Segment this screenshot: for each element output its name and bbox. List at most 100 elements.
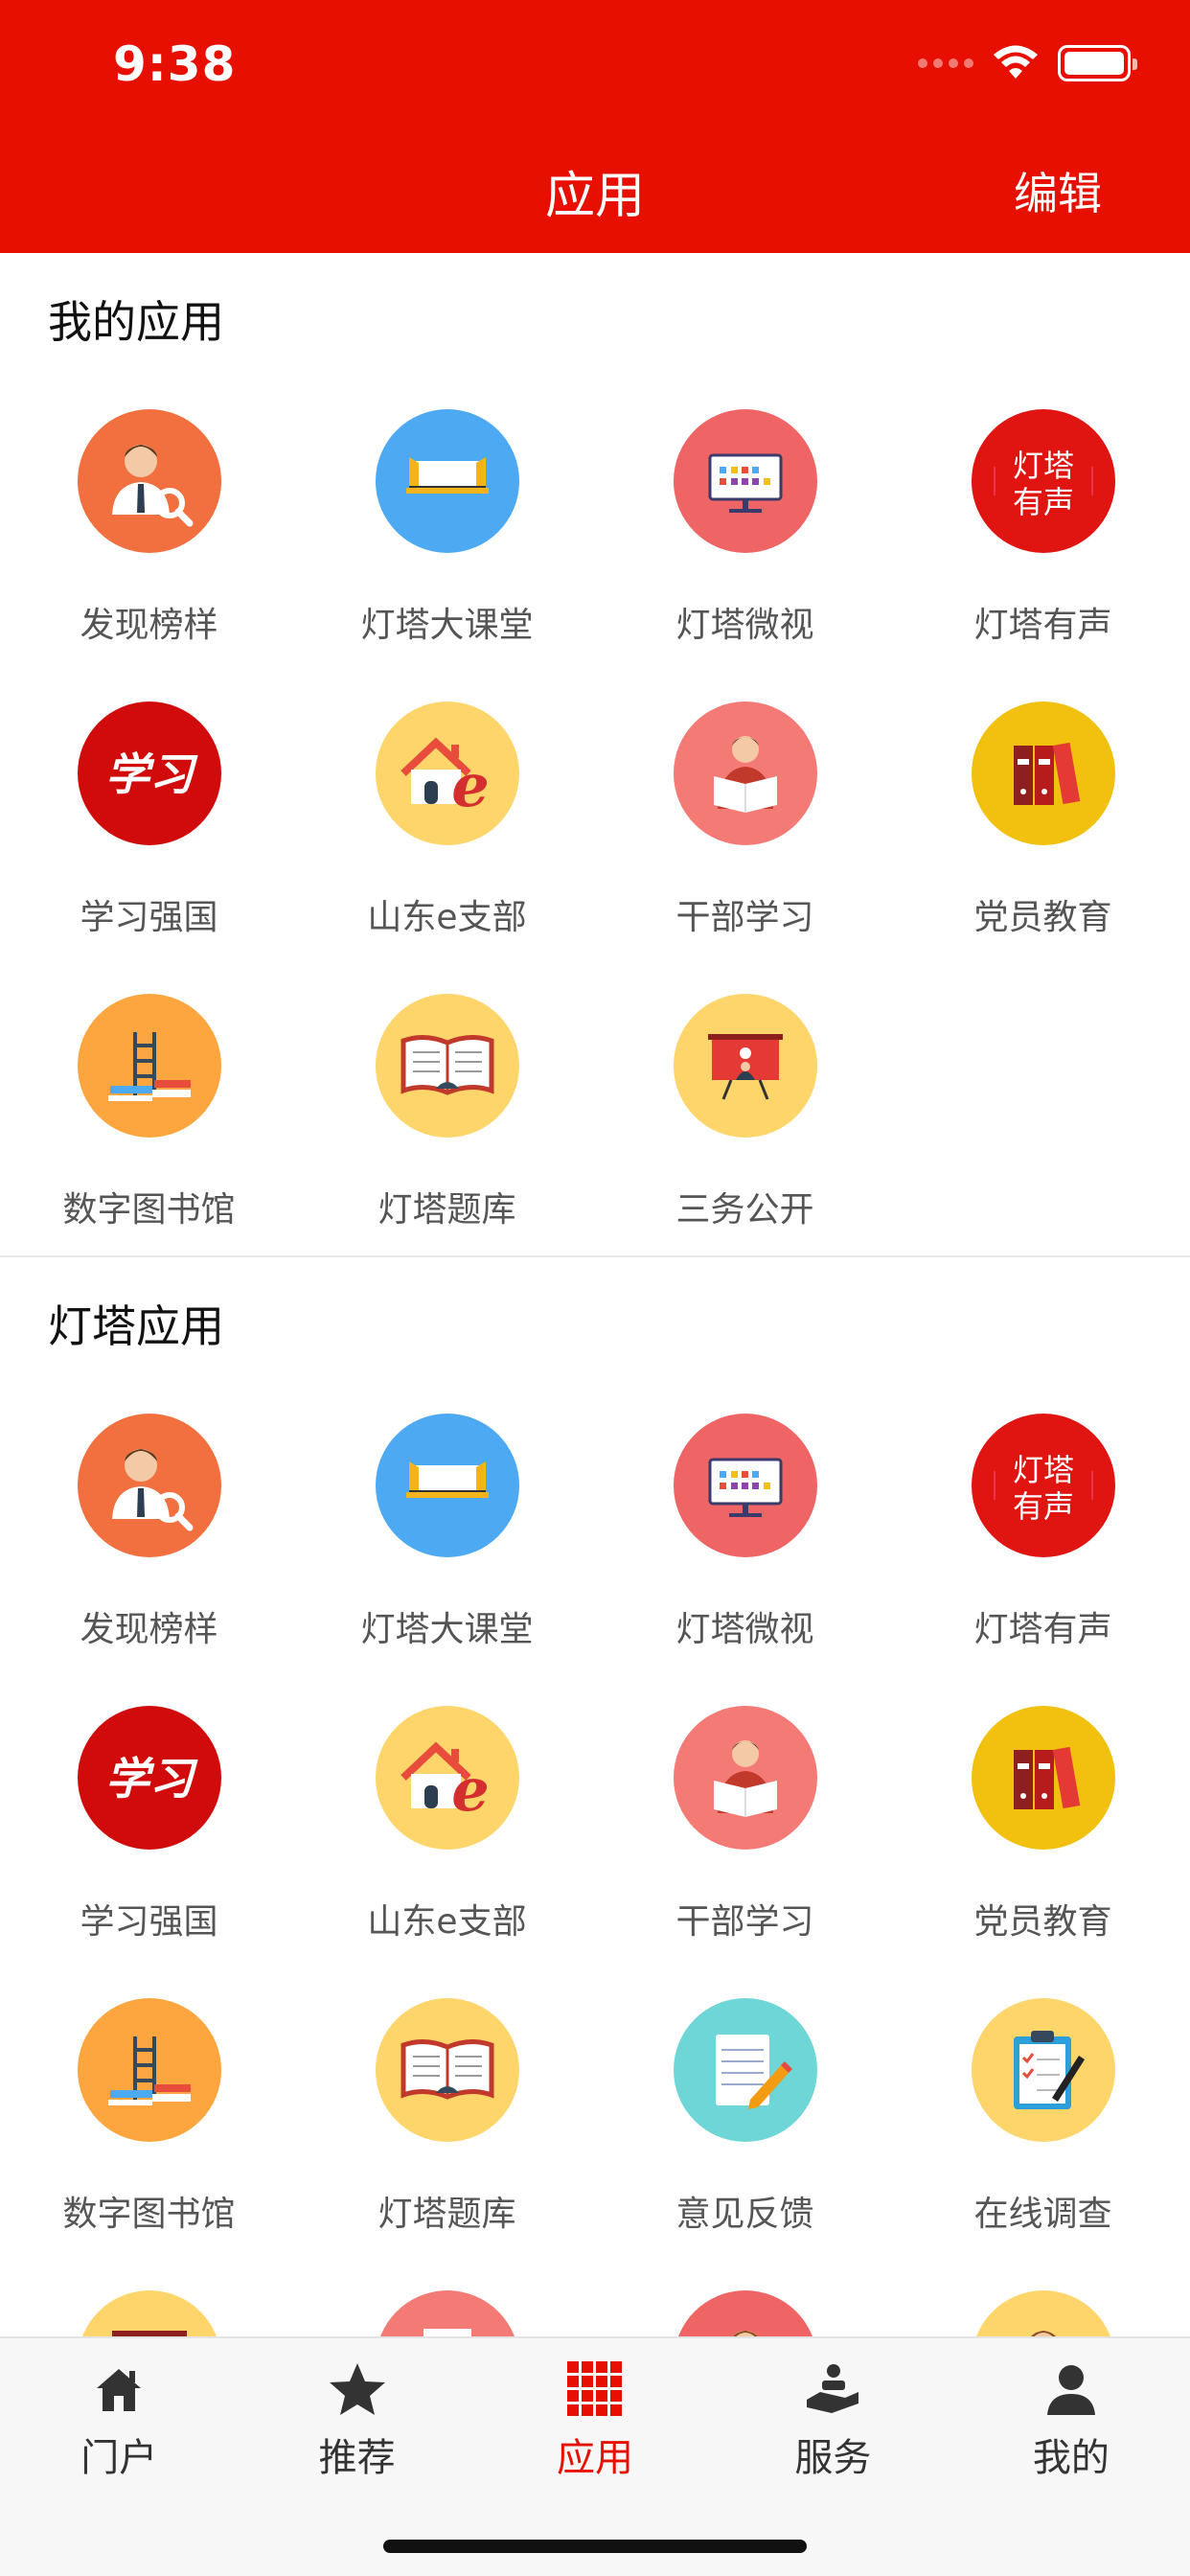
house-e-icon: e xyxy=(375,702,519,845)
app-tile[interactable]: 发现榜样 xyxy=(0,379,298,671)
open-book-icon xyxy=(375,1998,519,2142)
presentation-board-icon xyxy=(673,994,817,1138)
reader-icon xyxy=(673,1706,817,1850)
app-tile[interactable]: 学习 学习强国 xyxy=(0,1675,298,1967)
svg-text:e: e xyxy=(451,1755,489,1825)
service-icon xyxy=(803,2361,862,2421)
person-search-icon xyxy=(77,409,221,553)
app-tile[interactable]: e 山东e支部 xyxy=(298,1675,596,1967)
app-label: 干部学习 xyxy=(675,1902,814,1942)
app-tile[interactable]: 灯塔微视 xyxy=(596,1383,894,1675)
svg-text:灯塔: 灯塔 xyxy=(1012,1452,1073,1488)
app-label: 发现榜样 xyxy=(80,1610,218,1649)
app-label: 山东e支部 xyxy=(367,898,527,937)
app-label: 干部学习 xyxy=(675,898,814,937)
app-tile[interactable]: 灯塔题库 xyxy=(298,1967,596,2260)
user-icon xyxy=(1043,2361,1099,2421)
app-label: 灯塔微视 xyxy=(675,1610,814,1649)
section-title-lighthouse-apps: 灯塔应用 xyxy=(48,1300,224,1352)
svg-text:e: e xyxy=(451,750,489,820)
app-tile[interactable]: 灯塔微视 xyxy=(596,379,894,671)
house-e-icon: e xyxy=(375,1706,519,1850)
tab-label: 门户 xyxy=(80,2436,158,2480)
app-tile[interactable]: 意见反馈 xyxy=(596,1967,894,2260)
app-tile[interactable]: e 山东e支部 xyxy=(298,671,596,963)
app-label: 三务公开 xyxy=(675,1190,814,1230)
tab-label: 服务 xyxy=(794,2436,872,2480)
battery-icon xyxy=(1058,45,1137,81)
page-title: 应用 xyxy=(544,168,645,225)
binders-icon xyxy=(971,702,1115,845)
svg-text:灯塔: 灯塔 xyxy=(1012,448,1073,484)
app-tile[interactable]: 干部学习 xyxy=(596,1675,894,1967)
app-label: 在线调查 xyxy=(973,2195,1112,2234)
app-label: 数字图书馆 xyxy=(62,1190,236,1230)
app-tile[interactable]: 学习 学习强国 xyxy=(0,671,298,963)
app-label: 党员教育 xyxy=(973,1902,1112,1942)
xuexi-logo-icon: 学习 xyxy=(77,1706,221,1850)
svg-text:有声: 有声 xyxy=(1012,1488,1073,1525)
audio-text-icon: 灯塔 有声 xyxy=(971,409,1115,553)
my-apps-grid: 发现榜样 灯塔大课堂 灯塔微视 灯塔 有声 灯塔有声 学习 学习强国 e 山东e支部 … xyxy=(0,379,1190,1255)
app-header: 9:38 应用 编辑 xyxy=(0,0,1190,253)
tab-label: 我的 xyxy=(1032,2436,1110,2480)
status-indicators xyxy=(918,44,1137,82)
app-label: 党员教育 xyxy=(973,898,1112,937)
app-label: 灯塔有声 xyxy=(973,1610,1112,1649)
app-tile[interactable]: 发现榜样 xyxy=(0,1383,298,1675)
tab-user[interactable]: 我的 xyxy=(952,2338,1190,2482)
app-tile[interactable]: 灯塔大课堂 xyxy=(298,1383,596,1675)
app-tile[interactable]: 灯塔题库 xyxy=(298,963,596,1255)
status-time: 9:38 xyxy=(113,36,237,92)
person-search-icon xyxy=(77,1414,221,1557)
app-tile[interactable]: 灯塔 有声 灯塔有声 xyxy=(894,1383,1190,1675)
library-ladder-icon xyxy=(77,1998,221,2142)
xuexi-logo-icon: 学习 xyxy=(77,702,221,845)
app-label: 灯塔大课堂 xyxy=(360,606,534,645)
tab-service[interactable]: 服务 xyxy=(714,2338,951,2482)
app-label: 数字图书馆 xyxy=(62,2195,236,2234)
tab-home[interactable]: 门户 xyxy=(0,2338,238,2482)
section-divider xyxy=(0,1255,1190,1257)
section-title-my-apps: 我的应用 xyxy=(48,296,224,348)
tab-label: 推荐 xyxy=(318,2436,396,2480)
app-tile[interactable]: 灯塔大课堂 xyxy=(298,379,596,671)
app-label: 意见反馈 xyxy=(675,2195,814,2234)
clipboard-survey-icon xyxy=(971,1998,1115,2142)
app-tile[interactable]: 干部学习 xyxy=(596,671,894,963)
app-tile[interactable]: 党员教育 xyxy=(894,1675,1190,1967)
classroom-icon xyxy=(375,409,519,553)
app-tile[interactable]: 在线调查 xyxy=(894,1967,1190,2260)
app-label: 发现榜样 xyxy=(80,606,218,645)
edit-button[interactable]: 编辑 xyxy=(1014,159,1102,222)
binders-icon xyxy=(971,1706,1115,1850)
classroom-icon xyxy=(375,1414,519,1557)
tab-star[interactable]: 推荐 xyxy=(238,2338,475,2482)
monitor-icon xyxy=(673,409,817,553)
app-tile[interactable]: 灯塔 有声 灯塔有声 xyxy=(894,379,1190,671)
audio-text-icon: 灯塔 有声 xyxy=(971,1414,1115,1557)
app-label: 灯塔题库 xyxy=(378,2195,516,2234)
home-indicator xyxy=(383,2540,807,2553)
tab-grid[interactable]: 应用 xyxy=(476,2338,714,2482)
app-label: 灯塔题库 xyxy=(378,1190,516,1230)
app-label: 灯塔微视 xyxy=(675,606,814,645)
app-tile[interactable]: 数字图书馆 xyxy=(0,963,298,1255)
notepad-pencil-icon xyxy=(673,1998,817,2142)
home-icon xyxy=(91,2361,147,2421)
grid-icon xyxy=(567,2361,623,2421)
open-book-icon xyxy=(375,994,519,1138)
wifi-icon xyxy=(994,45,1038,79)
app-tile[interactable]: 数字图书馆 xyxy=(0,1967,298,2260)
cellular-signal-icon xyxy=(918,58,973,68)
app-label: 学习强国 xyxy=(80,898,218,937)
svg-text:有声: 有声 xyxy=(1012,484,1073,520)
app-label: 山东e支部 xyxy=(367,1902,527,1942)
app-label: 学习强国 xyxy=(80,1902,218,1942)
tab-label: 应用 xyxy=(557,2436,634,2480)
svg-text:学习: 学习 xyxy=(105,748,198,800)
monitor-icon xyxy=(673,1414,817,1557)
app-tile[interactable]: 党员教育 xyxy=(894,671,1190,963)
app-label: 灯塔大课堂 xyxy=(360,1610,534,1649)
app-tile[interactable]: 三务公开 xyxy=(596,963,894,1255)
